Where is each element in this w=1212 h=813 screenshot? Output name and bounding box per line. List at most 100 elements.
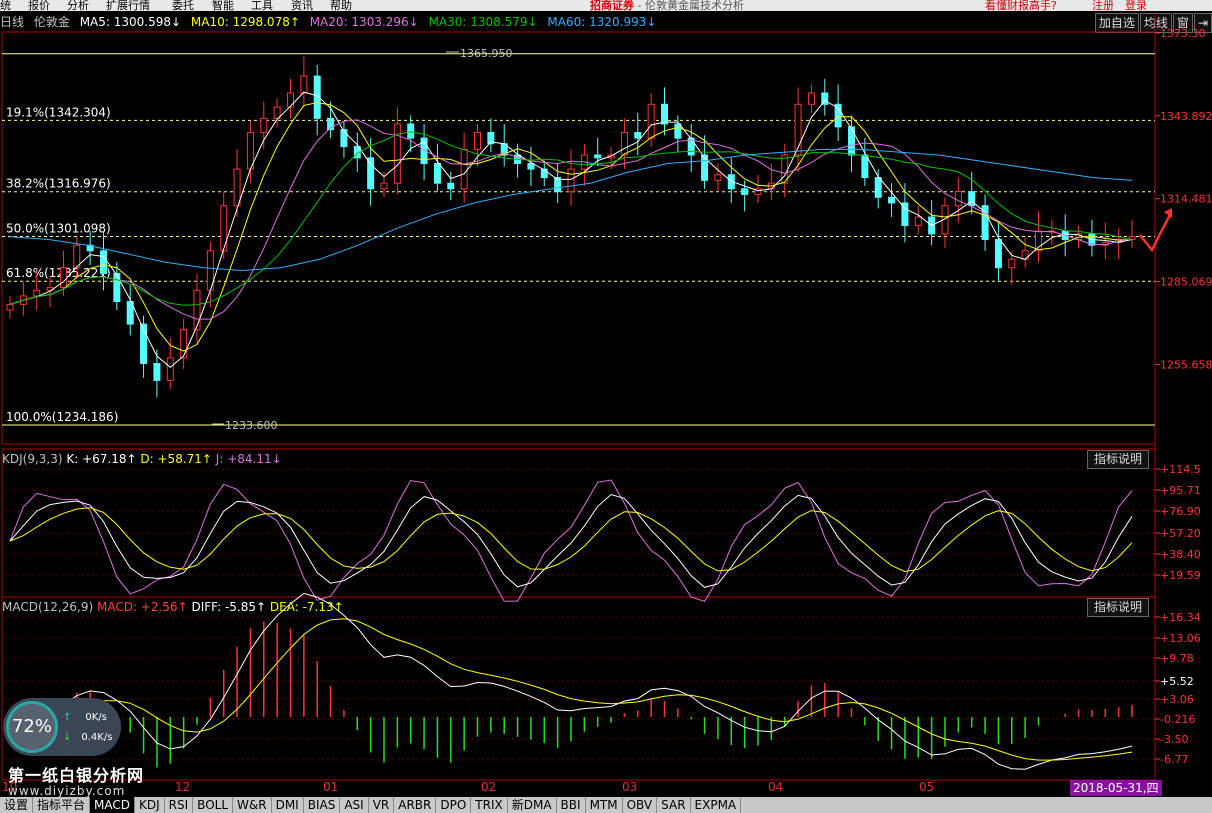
chart-canvas[interactable]: 19.1%(1342.304) 38.2%(1316.976) 50.0%(1301… bbox=[0, 0, 1212, 813]
menu-tools[interactable]: 工具 bbox=[251, 0, 273, 11]
kdj-indicator: +114.5 +95.71 +76.90 +57.20 +38.40 +19.59 bbox=[2, 463, 1201, 602]
tab--dma[interactable]: 新DMA bbox=[508, 797, 557, 813]
network-speed-widget[interactable]: 72% ↑ 0K/s ↓ 0.4K/s bbox=[3, 698, 121, 756]
tab-vr[interactable]: VR bbox=[369, 797, 395, 813]
candle-body bbox=[260, 117, 268, 133]
macd-explain-button[interactable]: 指标说明 bbox=[1086, 598, 1149, 617]
candle-body bbox=[59, 267, 67, 288]
candle-body bbox=[233, 168, 241, 207]
candle-body bbox=[193, 289, 201, 331]
kdj-explain-button[interactable]: 指标说明 bbox=[1086, 450, 1149, 469]
candle-body bbox=[941, 205, 949, 235]
ad-link[interactable]: 看懂财报高手? bbox=[985, 0, 1057, 11]
candle-body bbox=[393, 123, 401, 184]
candle-body bbox=[153, 363, 161, 381]
tab-boll[interactable]: BOLL bbox=[193, 797, 234, 813]
tab-dpo[interactable]: DPO bbox=[436, 797, 472, 813]
candle-body bbox=[607, 154, 615, 159]
macd-axis-label: -6.77 bbox=[1160, 753, 1188, 766]
candle-body bbox=[19, 295, 27, 305]
add-favorite-button[interactable]: 加自选 bbox=[1094, 13, 1139, 33]
candle-body bbox=[580, 154, 588, 170]
month-label: 03 bbox=[622, 780, 638, 794]
price-axis-label: 1285.069 bbox=[1160, 276, 1212, 289]
candle-body bbox=[1101, 241, 1109, 246]
candle-body bbox=[981, 205, 989, 241]
main-chart-header: 日线 伦敦金 MA5: 1300.598↓ MA10: 1298.078↑ MA… bbox=[0, 12, 1040, 32]
cpu-percent-ring: 72% bbox=[6, 701, 58, 753]
menu-order[interactable]: 委托 bbox=[172, 0, 194, 11]
broker-logo: 招商证券 bbox=[590, 0, 634, 11]
candle-body bbox=[33, 289, 41, 297]
candle-body bbox=[340, 129, 348, 148]
login-link[interactable]: 登录 bbox=[1125, 0, 1147, 11]
upload-arrow-icon: ↑ bbox=[63, 712, 72, 723]
tab-obv[interactable]: OBV bbox=[623, 797, 658, 813]
price-axis-label: 1343.892 bbox=[1160, 110, 1212, 123]
tab-mtm[interactable]: MTM bbox=[586, 797, 623, 813]
ma10-line bbox=[9, 102, 1133, 352]
macd-axis-label: +9.78 bbox=[1160, 652, 1194, 665]
macd-axis-label: +16.34 bbox=[1160, 611, 1201, 624]
month-label: 04 bbox=[768, 780, 784, 794]
candle-body bbox=[126, 301, 134, 325]
tab-asi[interactable]: ASI bbox=[340, 797, 369, 813]
tab-bias[interactable]: BIAS bbox=[304, 797, 341, 813]
kdj-axis-label: +38.40 bbox=[1160, 548, 1201, 561]
period-label[interactable]: 日线 bbox=[0, 15, 24, 29]
candle-body bbox=[1035, 230, 1042, 252]
upload-speed: ↑ 0K/s bbox=[63, 712, 107, 723]
moving-average-button[interactable]: 均线 bbox=[1139, 13, 1172, 33]
menu-extended-quotes[interactable]: 扩展行情 bbox=[106, 0, 150, 11]
download-arrow-icon: ↓ bbox=[63, 732, 72, 743]
candle-body bbox=[1021, 250, 1029, 260]
candle-body bbox=[300, 75, 308, 94]
candle-body bbox=[687, 137, 695, 156]
tab-arbr[interactable]: ARBR bbox=[394, 797, 437, 813]
window-button[interactable]: 窗 bbox=[1172, 13, 1193, 33]
candlesticks bbox=[6, 56, 1136, 398]
tab-trix[interactable]: TRIX bbox=[471, 797, 508, 813]
tab--[interactable]: 设置 bbox=[0, 797, 34, 813]
kdj-axis-label: +114.5 bbox=[1160, 463, 1201, 476]
ma20-line bbox=[9, 119, 1133, 320]
candle-body bbox=[1075, 233, 1083, 241]
macd-indicator: +16.34 +13.06 +9.78 +5.52 +3.06 -0.216 -3.50 -6… bbox=[2, 592, 1201, 770]
macd-name: MACD(12,26,9) bbox=[2, 600, 94, 614]
menu-help[interactable]: 帮助 bbox=[330, 0, 352, 11]
menu-news[interactable]: 资讯 bbox=[291, 0, 313, 11]
macd-value: MACD: +2.56↑ bbox=[96, 600, 188, 614]
tab--[interactable]: 指标平台 bbox=[33, 797, 91, 813]
low-price-label: 1233.600 bbox=[225, 419, 278, 432]
candle-body bbox=[514, 154, 522, 164]
forecast-arrowhead-icon bbox=[1164, 208, 1172, 218]
tab-kdj[interactable]: KDJ bbox=[135, 797, 165, 813]
candle-body bbox=[166, 357, 174, 381]
menu-smart[interactable]: 智能 bbox=[212, 0, 234, 11]
menu-system[interactable]: 统 bbox=[0, 0, 11, 11]
candle-body bbox=[1115, 239, 1123, 243]
macd-diff-line bbox=[9, 592, 1133, 770]
register-link[interactable]: 注册 bbox=[1092, 0, 1114, 11]
candle-body bbox=[460, 148, 468, 190]
fib-level-label: 38.2%(1316.976) bbox=[6, 177, 111, 191]
candle-body bbox=[46, 286, 54, 291]
candle-body bbox=[6, 303, 14, 311]
tab-rsi[interactable]: RSI bbox=[165, 797, 194, 813]
tab-macd[interactable]: MACD bbox=[90, 797, 136, 813]
candle-body bbox=[914, 216, 922, 226]
menu-quote[interactable]: 报价 bbox=[28, 0, 50, 11]
tab-dmi[interactable]: DMI bbox=[272, 797, 304, 813]
month-label: 02 bbox=[481, 780, 497, 794]
ma30-line bbox=[9, 131, 1133, 306]
expand-panel-icon[interactable]: ⇥ bbox=[1193, 13, 1212, 33]
candle-body bbox=[848, 126, 855, 156]
candle-body bbox=[701, 154, 709, 181]
tab-expma[interactable]: EXPMA bbox=[691, 797, 742, 813]
price-panel-border bbox=[1, 31, 1156, 445]
tab-bbi[interactable]: BBI bbox=[557, 797, 586, 813]
macd-header: MACD(12,26,9) MACD: +2.56↑ DIFF: -5.85↑ … bbox=[2, 599, 344, 615]
tab-sar[interactable]: SAR bbox=[657, 797, 691, 813]
tab-w-r[interactable]: W&R bbox=[233, 797, 272, 813]
menu-analysis[interactable]: 分析 bbox=[67, 0, 89, 11]
